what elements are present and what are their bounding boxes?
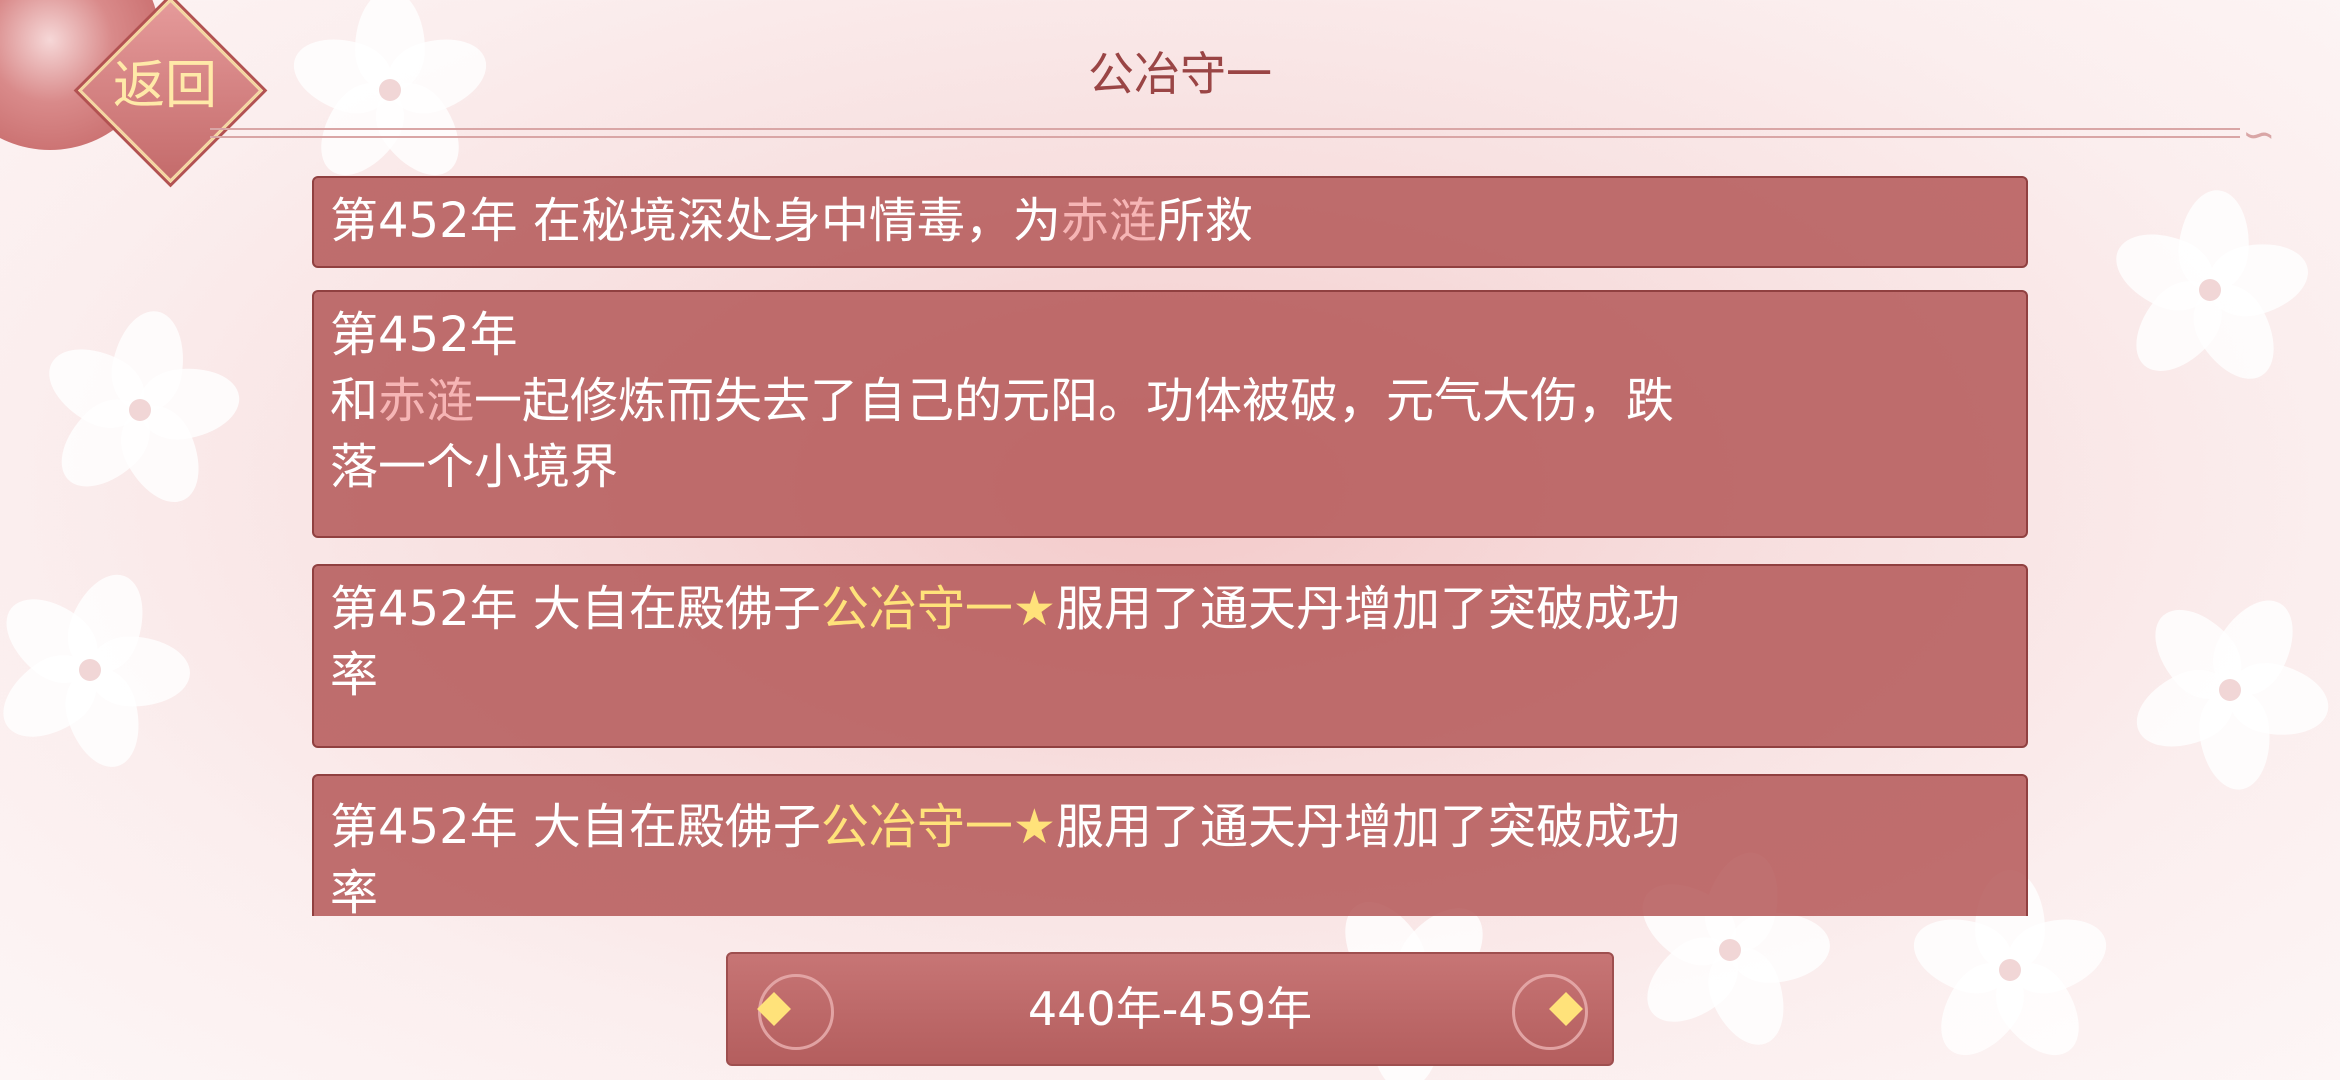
entry-text: 一起修炼而失去了自己的元阳。功体被破，元气大伤，跌	[474, 373, 1675, 429]
log-entry: 第452年 大自在殿佛子公冶守一★服用了通天丹增加了突破成功 率	[312, 774, 2028, 916]
character-name-link[interactable]: 赤涟	[378, 373, 474, 429]
flower-decoration	[2120, 580, 2340, 800]
flower-decoration	[0, 560, 200, 780]
log-entry: 第452年 和赤涟一起修炼而失去了自己的元阳。功体被破，元气大伤，跌 落一个小境…	[312, 290, 2028, 538]
flower-decoration	[2100, 180, 2320, 400]
entry-text: 第452年 在秘境深处身中情毒，为	[330, 193, 1061, 249]
next-range-button[interactable]	[1502, 964, 1592, 1054]
entry-text: 第452年 大自在殿佛子	[330, 799, 821, 855]
event-log-list[interactable]: 第452年 在秘境深处身中情毒，为赤涟所救 第452年 和赤涟一起修炼而失去了自…	[312, 176, 2028, 916]
entry-text: 第452年 大自在殿佛子	[330, 581, 821, 637]
year-range-label: 440年-459年	[1027, 982, 1313, 1036]
character-name-link[interactable]: 赤涟	[1061, 193, 1157, 249]
previous-range-button[interactable]	[748, 964, 838, 1054]
entry-year: 第452年	[330, 307, 518, 363]
log-entry: 第452年 大自在殿佛子公冶守一★服用了通天丹增加了突破成功 率	[312, 564, 2028, 748]
log-entry: 第452年 在秘境深处身中情毒，为赤涟所救	[312, 176, 2028, 268]
entry-text: 率	[330, 865, 379, 916]
entry-text: 服用了通天丹增加了突破成功	[1055, 581, 1680, 637]
page-title: 公冶守一	[1088, 47, 1272, 101]
flower-decoration	[30, 300, 250, 520]
year-range-pager: 440年-459年	[726, 952, 1614, 1066]
entry-text: 所救	[1156, 193, 1253, 249]
character-name-link[interactable]: 公冶守一★	[821, 799, 1056, 855]
entry-text: 和	[330, 373, 379, 429]
divider-ornament-icon: ∽	[2242, 112, 2276, 158]
entry-text: 率	[330, 647, 379, 703]
flower-decoration	[280, 0, 500, 200]
character-name-link[interactable]: 公冶守一★	[821, 581, 1056, 637]
title-divider	[210, 128, 2240, 138]
back-button-label: 返回	[112, 56, 217, 116]
entry-text: 落一个小境界	[330, 439, 619, 495]
entry-text: 服用了通天丹增加了突破成功	[1055, 799, 1680, 855]
